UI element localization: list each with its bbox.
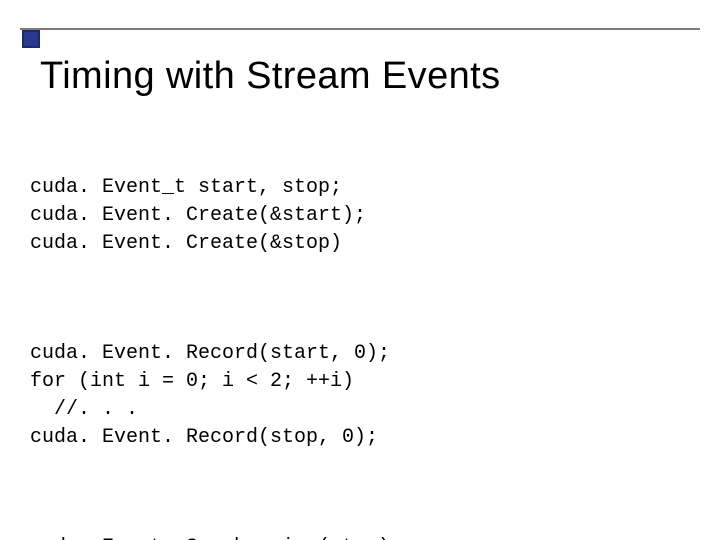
accent-square <box>22 30 40 48</box>
code-block-1: cuda. Event_t start, stop; cuda. Event. … <box>30 174 690 258</box>
code-block-3: cuda. Event. Synchronize(stop); float el… <box>30 534 690 540</box>
code-line: cuda. Event. Synchronize(stop); <box>30 536 402 540</box>
slide: Timing with Stream Events cuda. Event_t … <box>0 0 720 540</box>
code-block-2: cuda. Event. Record(start, 0); for (int … <box>30 340 690 452</box>
code-area: cuda. Event_t start, stop; cuda. Event. … <box>30 118 690 540</box>
divider-rule <box>20 28 700 30</box>
code-line: cuda. Event. Create(&stop) <box>30 232 342 255</box>
code-line: //. . . <box>30 398 138 421</box>
code-line: cuda. Event. Record(stop, 0); <box>30 426 378 449</box>
code-line: cuda. Event. Record(start, 0); <box>30 342 390 365</box>
code-line: cuda. Event. Create(&start); <box>30 204 366 227</box>
slide-title: Timing with Stream Events <box>40 55 690 98</box>
code-line: for (int i = 0; i < 2; ++i) <box>30 370 354 393</box>
code-line: cuda. Event_t start, stop; <box>30 176 342 199</box>
